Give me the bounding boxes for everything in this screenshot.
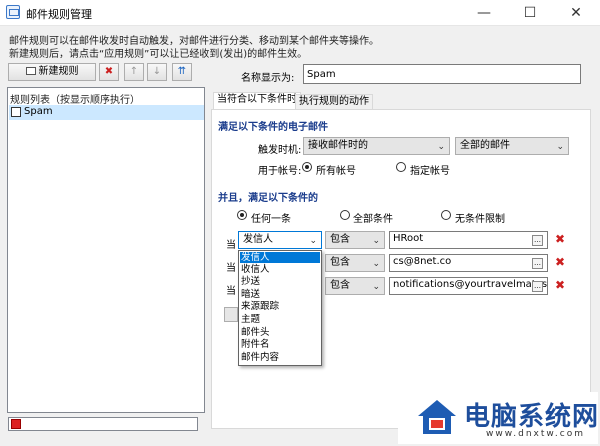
rule-enabled-checkbox[interactable] [11, 107, 21, 117]
window-title: 邮件规则管理 [26, 8, 92, 21]
dropdown-item[interactable]: 邮件内容 [240, 352, 320, 363]
red-flag-icon[interactable] [11, 419, 21, 429]
condition-op-select[interactable]: 包含 ⌄ [325, 231, 385, 249]
condition-value-input[interactable]: cs@8net.co [389, 254, 548, 272]
condition-op-select[interactable]: 包含 ⌄ [325, 277, 385, 295]
condition-field-value: 发信人 [243, 234, 273, 245]
new-rule-icon [25, 67, 36, 75]
dropdown-item[interactable]: 收信人 [240, 264, 320, 275]
match-any-label: 任何一条 [251, 214, 291, 225]
specific-account-label: 指定帐号 [410, 166, 450, 177]
rule-list-panel: 规则列表（按显示顺序执行） Spam [7, 87, 205, 413]
chevron-down-icon: ⌄ [556, 142, 564, 152]
maximize-button[interactable]: ☐ [507, 0, 553, 26]
section-title-conditions: 并且，满足以下条件的 [218, 193, 318, 204]
field-dropdown-list: 发信人 收信人 抄送 暗送 来源跟踪 主题 邮件头 附件名 邮件内容 [238, 250, 322, 366]
condition-value-input[interactable]: HRoot [389, 231, 548, 249]
description-line-2: 新建规则后，请点击“应用规则”可以让已经收到(发出)的邮件生效。 [9, 49, 308, 60]
condition-op-value: 包含 [330, 257, 350, 268]
all-accounts-label: 所有帐号 [316, 166, 356, 177]
tab-conditions[interactable]: 当符合以下条件时 [213, 92, 301, 110]
condition-op-value: 包含 [330, 280, 350, 291]
dropdown-item[interactable]: 邮件头 [240, 327, 320, 338]
trigger-value: 接收邮件时的 [308, 140, 368, 151]
no-condition-radio[interactable] [441, 210, 451, 220]
condition-prefix: 当 [226, 286, 236, 297]
condition-op-value: 包含 [330, 234, 350, 245]
delete-condition-icon[interactable]: ✖ [555, 278, 565, 292]
delete-rule-button[interactable]: ✖ [99, 63, 119, 81]
delete-condition-icon[interactable]: ✖ [555, 255, 565, 269]
condition-prefix: 当 [226, 240, 236, 251]
close-button[interactable]: ✕ [553, 0, 599, 26]
all-accounts-radio[interactable] [302, 162, 312, 172]
watermark-url: www.dnxtw.com [486, 429, 586, 439]
match-any-radio[interactable] [237, 210, 247, 220]
mail-scope-value: 全部的邮件 [460, 140, 510, 151]
minimize-button[interactable]: — [461, 0, 507, 26]
dropdown-item[interactable]: 主题 [240, 314, 320, 325]
mail-icon [6, 5, 20, 19]
watermark: 电脑系统网 www.dnxtw.com [398, 392, 598, 444]
new-rule-button[interactable]: 新建规则 [8, 63, 96, 81]
dropdown-item[interactable]: 发信人 [240, 252, 320, 263]
flag-bar [8, 417, 198, 431]
dropdown-item[interactable]: 附件名 [240, 339, 320, 350]
dropdown-item[interactable]: 来源跟踪 [240, 301, 320, 312]
tab-actions[interactable]: 执行规则的动作 [295, 94, 373, 110]
chevron-down-icon: ⌄ [372, 282, 380, 292]
chevron-down-icon: ⌄ [372, 236, 380, 246]
match-all-label: 全部条件 [353, 214, 393, 225]
new-rule-label: 新建规则 [38, 66, 79, 77]
section-title-mail: 满足以下条件的电子邮件 [218, 122, 328, 133]
trigger-label: 触发时机: [258, 145, 302, 156]
move-up-button[interactable]: ↑ [124, 63, 144, 81]
rule-name: Spam [24, 106, 53, 117]
account-label: 用于帐号: [258, 166, 302, 177]
move-down-button[interactable]: ↓ [147, 63, 167, 81]
no-condition-label: 无条件限制 [455, 214, 505, 225]
condition-field-select[interactable]: 发信人 ⌄ [238, 231, 322, 249]
watermark-title: 电脑系统网 [464, 402, 600, 432]
rule-list-item[interactable]: Spam [9, 105, 204, 120]
chevron-down-icon: ⌄ [372, 259, 380, 269]
specific-account-radio[interactable] [396, 162, 406, 172]
rule-list-header: 规则列表（按显示顺序执行） [10, 95, 140, 106]
value-picker-button[interactable]: … [532, 258, 543, 269]
value-picker-button[interactable]: … [532, 281, 543, 292]
title-bar: 邮件规则管理 — ☐ ✕ [0, 0, 600, 26]
rule-name-input[interactable] [303, 64, 581, 84]
move-top-button[interactable]: ⇈ [172, 63, 192, 81]
value-picker-button[interactable]: … [532, 235, 543, 246]
condition-value-input[interactable]: notifications@yourtravelmates.c [389, 277, 548, 295]
condition-op-select[interactable]: 包含 ⌄ [325, 254, 385, 272]
trigger-select[interactable]: 接收邮件时的 ⌄ [303, 137, 450, 155]
delete-condition-icon[interactable]: ✖ [555, 232, 565, 246]
dropdown-item[interactable]: 抄送 [240, 276, 320, 287]
add-condition-button[interactable] [224, 307, 238, 322]
dropdown-item[interactable]: 暗送 [240, 289, 320, 300]
house-logo-icon [418, 400, 456, 434]
chevron-down-icon: ⌄ [309, 236, 317, 246]
mail-scope-select[interactable]: 全部的邮件 ⌄ [455, 137, 569, 155]
chevron-down-icon: ⌄ [437, 142, 445, 152]
name-label: 名称显示为: [241, 73, 295, 84]
match-all-radio[interactable] [340, 210, 350, 220]
condition-prefix: 当 [226, 263, 236, 274]
